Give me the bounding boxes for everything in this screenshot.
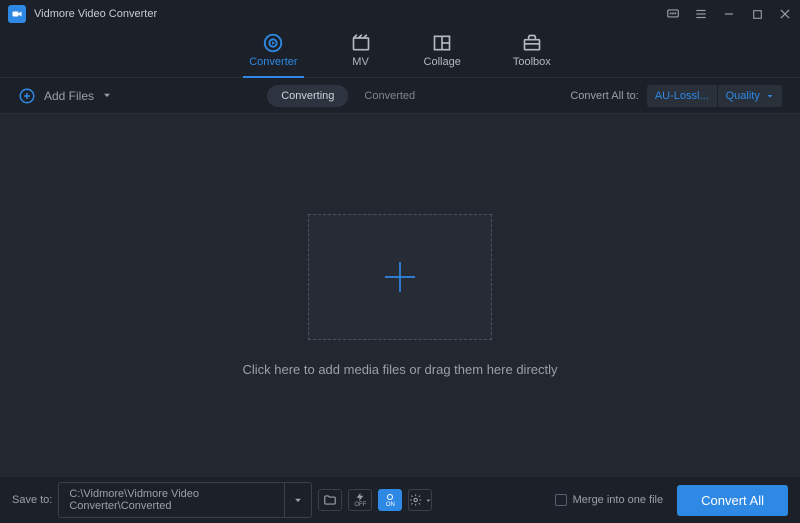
toolbox-icon bbox=[521, 33, 543, 53]
convert-target: Convert All to: AU-Lossl... Quality bbox=[570, 85, 782, 107]
tab-collage[interactable]: Collage bbox=[424, 33, 461, 72]
chevron-down-icon bbox=[102, 89, 112, 103]
tab-label: MV bbox=[352, 56, 369, 68]
plus-circle-icon bbox=[18, 87, 36, 105]
save-path-input[interactable]: C:\Vidmore\Vidmore Video Converter\Conve… bbox=[59, 483, 284, 517]
footer: Save to: C:\Vidmore\Vidmore Video Conver… bbox=[0, 477, 800, 523]
quality-value: Quality bbox=[718, 85, 782, 107]
plus-icon bbox=[380, 257, 420, 297]
drop-zone[interactable] bbox=[308, 214, 492, 340]
save-path-dropdown[interactable] bbox=[284, 483, 311, 517]
drop-text: Click here to add media files or drag th… bbox=[242, 362, 557, 377]
feedback-icon[interactable] bbox=[666, 7, 680, 21]
tab-converter[interactable]: Converter bbox=[249, 33, 297, 72]
convert-all-label: Convert All to: bbox=[570, 90, 638, 102]
segment-converted[interactable]: Converted bbox=[364, 90, 415, 102]
mv-icon bbox=[350, 33, 372, 53]
add-files-button[interactable]: Add Files bbox=[18, 87, 112, 105]
tab-mv[interactable]: MV bbox=[350, 33, 372, 72]
main-content: Click here to add media files or drag th… bbox=[0, 114, 800, 477]
segment-converting[interactable]: Converting bbox=[267, 85, 348, 107]
add-files-label: Add Files bbox=[44, 89, 94, 103]
save-to-label: Save to: bbox=[12, 494, 52, 506]
collage-icon bbox=[431, 33, 453, 53]
main-tabs: Converter MV Collage Toolbox bbox=[0, 28, 800, 78]
tab-label: Converter bbox=[249, 56, 297, 68]
titlebar-left: Vidmore Video Converter bbox=[8, 5, 157, 23]
app-logo bbox=[8, 5, 26, 23]
target-format-select[interactable]: AU-Lossl... Quality bbox=[647, 85, 782, 107]
gpu-accel-toggle[interactable]: ON bbox=[378, 489, 402, 511]
save-path-control: C:\Vidmore\Vidmore Video Converter\Conve… bbox=[58, 482, 312, 518]
open-folder-button[interactable] bbox=[318, 489, 342, 511]
converter-icon bbox=[262, 33, 284, 53]
tab-toolbox[interactable]: Toolbox bbox=[513, 33, 551, 72]
checkbox-box bbox=[555, 494, 567, 506]
titlebar-controls bbox=[666, 7, 792, 21]
maximize-icon[interactable] bbox=[750, 7, 764, 21]
footer-left: Save to: C:\Vidmore\Vidmore Video Conver… bbox=[12, 482, 432, 518]
tab-label: Toolbox bbox=[513, 56, 551, 68]
footer-right: Merge into one file Convert All bbox=[555, 485, 788, 516]
hw-accel-toggle[interactable]: OFF bbox=[348, 489, 372, 511]
settings-button[interactable] bbox=[408, 489, 432, 511]
toolbar: Add Files Converting Converted Convert A… bbox=[0, 78, 800, 114]
format-value: AU-Lossl... bbox=[647, 85, 718, 107]
merge-checkbox[interactable]: Merge into one file bbox=[555, 494, 664, 506]
convert-all-button[interactable]: Convert All bbox=[677, 485, 788, 516]
close-icon[interactable] bbox=[778, 7, 792, 21]
menu-icon[interactable] bbox=[694, 7, 708, 21]
app-title: Vidmore Video Converter bbox=[34, 8, 157, 20]
tab-label: Collage bbox=[424, 56, 461, 68]
titlebar: Vidmore Video Converter bbox=[0, 0, 800, 28]
merge-label: Merge into one file bbox=[573, 494, 664, 506]
minimize-icon[interactable] bbox=[722, 7, 736, 21]
conversion-status-toggle: Converting Converted bbox=[267, 85, 415, 107]
